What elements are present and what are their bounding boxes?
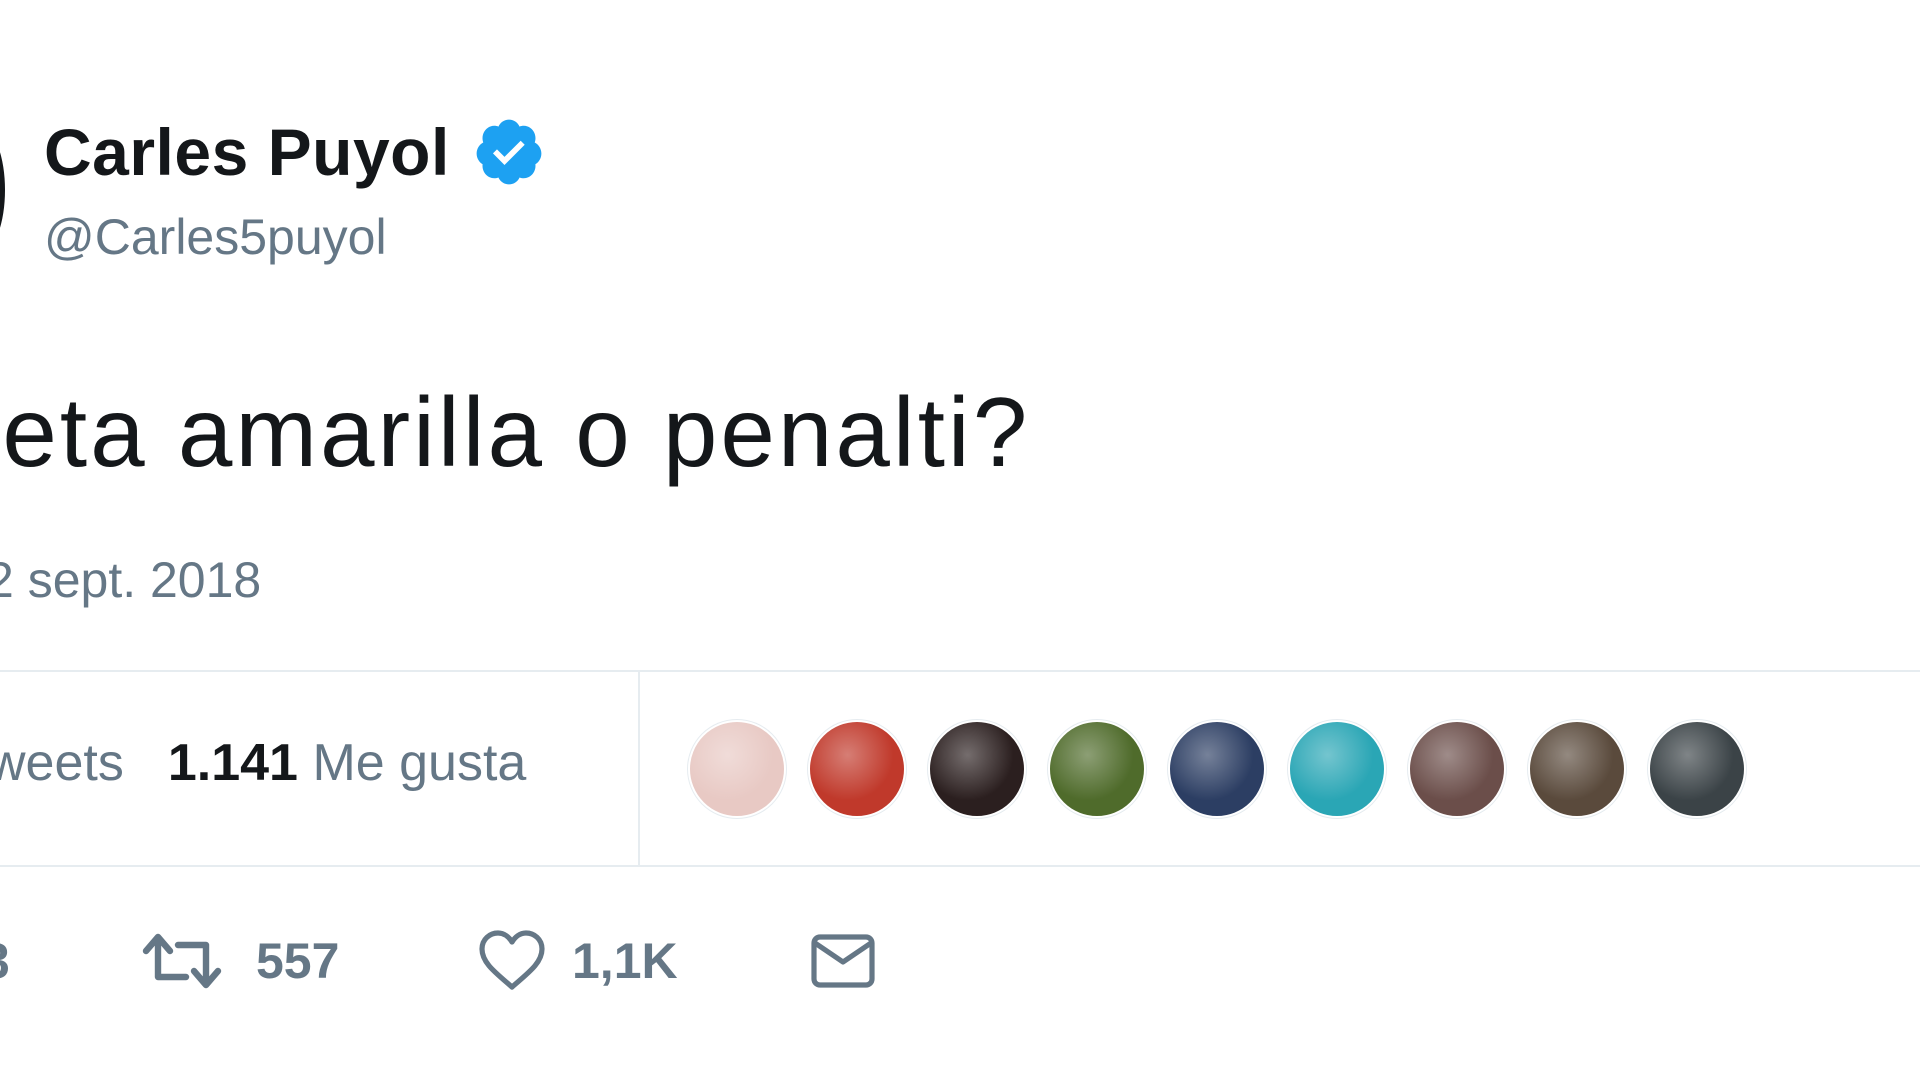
liker-avatar[interactable] [1048,720,1146,818]
likes-count[interactable]: 1.141 [168,734,298,792]
stats-divider-bottom [0,865,1920,867]
retweet-action[interactable]: 557 [142,925,339,997]
tweet-page: Carles Puyol @Carles5puyol rjeta amarill… [0,0,1920,1080]
stats-separator [638,672,640,865]
name-row: Carles Puyol [44,112,546,192]
liker-avatar[interactable] [1528,720,1626,818]
tweet-timestamp[interactable]: 2 sept. 2018 [0,551,261,609]
liker-avatar[interactable] [1168,720,1266,818]
reply-count: 3 [0,932,10,990]
tweet-author: Carles Puyol @Carles5puyol [44,112,546,266]
direct-message-action[interactable] [810,925,876,997]
retweet-count: 557 [256,933,340,989]
tweet-stats: weets 1.141 Me gusta [0,733,526,793]
stats-divider-top [0,670,1920,672]
liker-avatar[interactable] [688,720,786,818]
retweet-icon [142,933,222,989]
envelope-icon [811,934,875,988]
author-avatar[interactable] [0,130,5,250]
likes-label[interactable]: Me gusta [312,734,526,792]
liker-avatar[interactable] [1288,720,1386,818]
retweets-label[interactable]: weets [0,734,124,792]
liker-avatar[interactable] [1408,720,1506,818]
verified-badge-icon [476,119,542,185]
author-display-name[interactable]: Carles Puyol [44,114,450,190]
liker-avatars [688,720,1746,818]
like-action[interactable]: 1,1K [478,925,678,997]
liker-avatar[interactable] [1648,720,1746,818]
reply-action[interactable]: 3 [0,925,10,997]
heart-icon [479,930,545,990]
like-count: 1,1K [572,933,678,989]
author-handle[interactable]: @Carles5puyol [44,208,546,266]
tweet-actions: 3 557 1,1K [0,925,1920,1005]
liker-avatar[interactable] [928,720,1026,818]
liker-avatar[interactable] [808,720,906,818]
tweet-text: rjeta amarilla o penalti? [0,377,1031,487]
